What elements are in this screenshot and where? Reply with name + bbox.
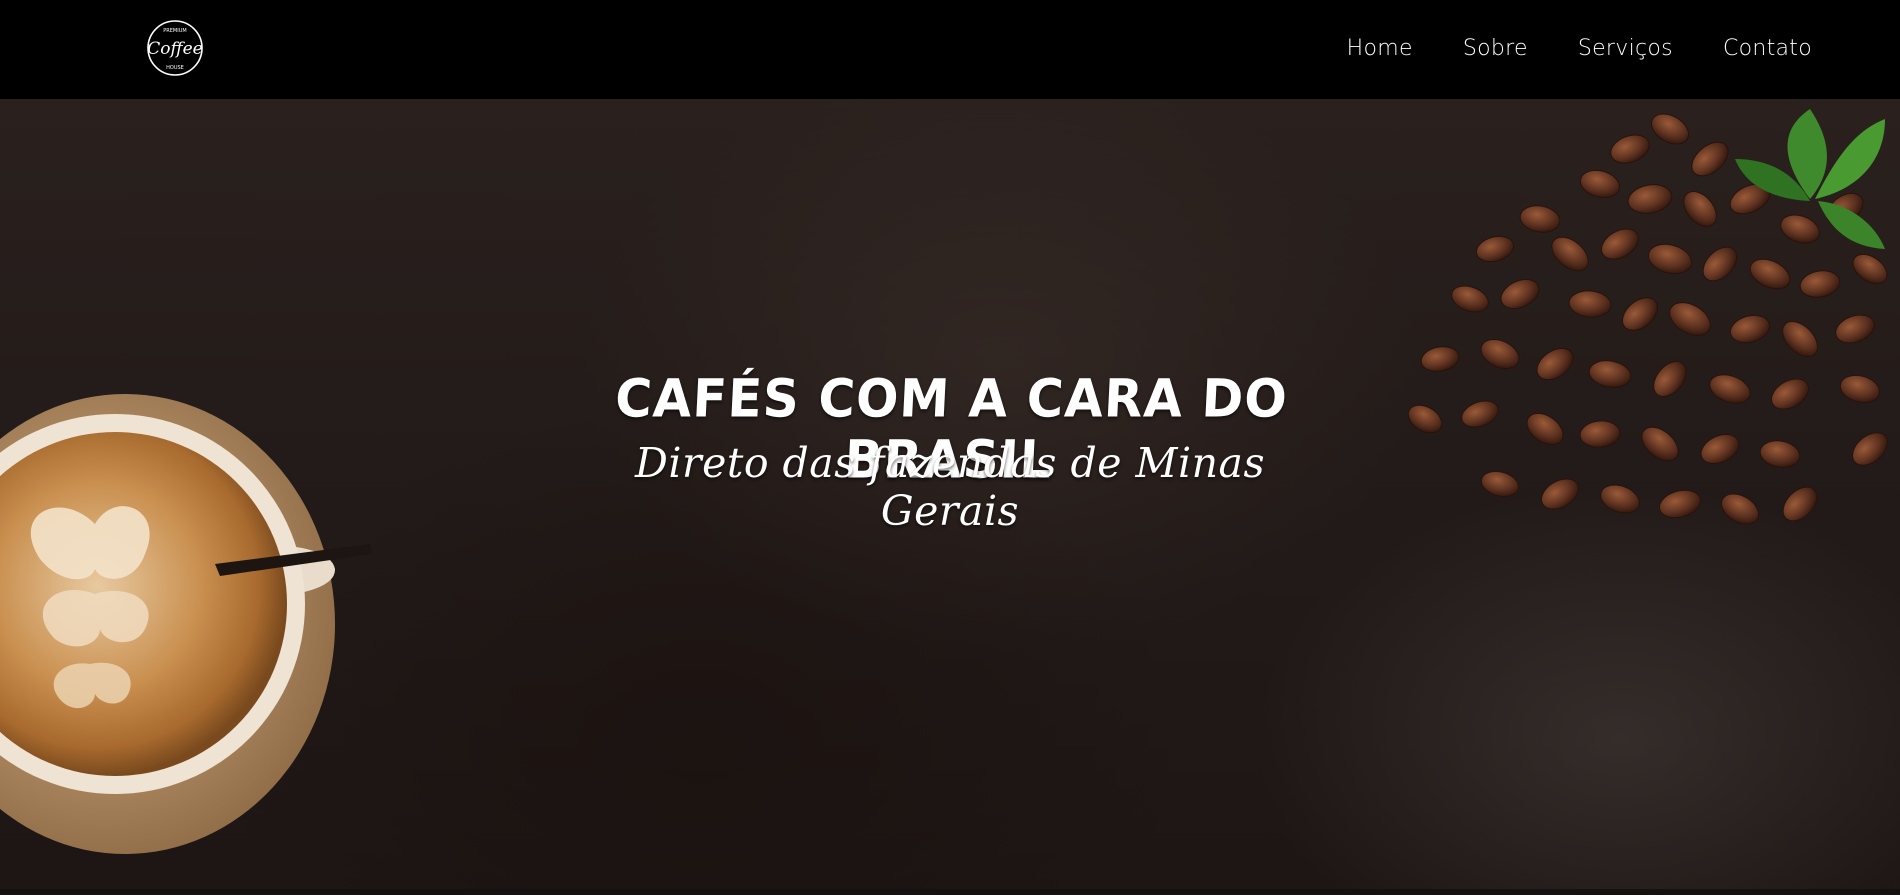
nav-servicos-link[interactable]: Serviços (1578, 36, 1673, 61)
latte-cup-image (0, 394, 372, 854)
hero-subtitle: Direto das fazendas de Minas Gerais (635, 439, 1265, 535)
nav-home-link[interactable]: Home (1347, 36, 1413, 61)
nav-contato-link[interactable]: Contato (1723, 36, 1812, 61)
hero-banner: CAFÉS COM A CARA DO BRASIL Direto das fa… (0, 99, 1900, 889)
hero-bottom-divider (0, 889, 1900, 895)
logo-text-main: Coffee (147, 39, 202, 59)
logo-text-top: PREMIUM (163, 28, 186, 34)
coffee-beans-image (1407, 109, 1888, 525)
navbar: PREMIUM Coffee HOUSE Home Sobre Serviços… (0, 0, 1900, 99)
logo-text-bottom: HOUSE (166, 65, 184, 71)
main-nav: Home Sobre Serviços Contato (1347, 36, 1812, 61)
coffee-house-logo-icon[interactable]: PREMIUM Coffee HOUSE (145, 18, 205, 78)
nav-sobre-link[interactable]: Sobre (1463, 36, 1528, 61)
